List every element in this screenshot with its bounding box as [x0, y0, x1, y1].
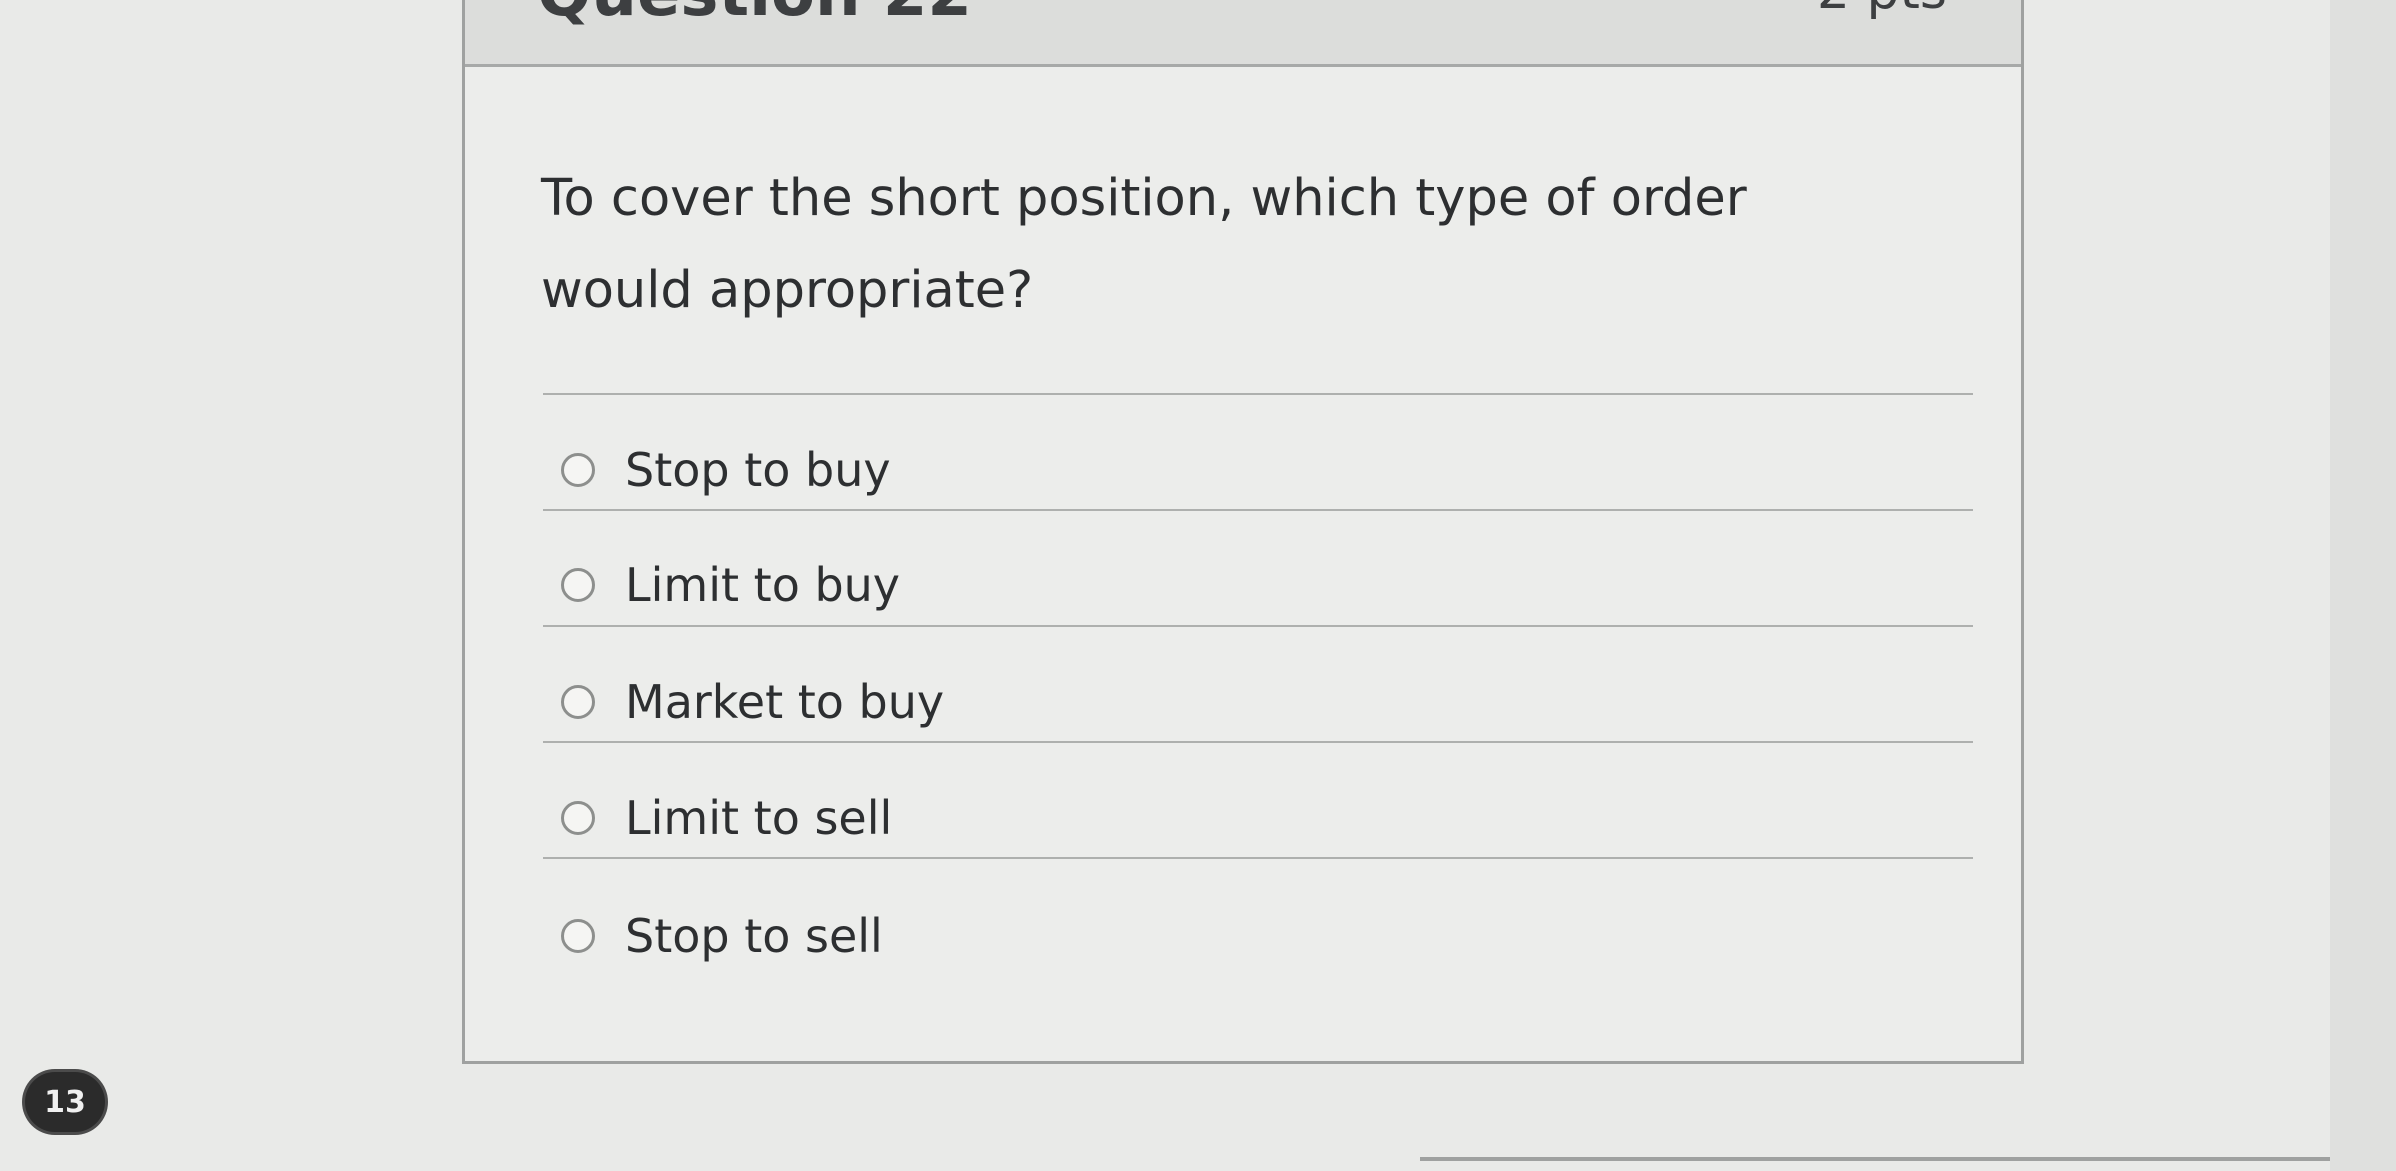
question-title: Question 22: [537, 0, 972, 31]
question-header: Question 22 2 pts: [465, 0, 2021, 67]
question-card: Question 22 2 pts To cover the short pos…: [462, 0, 2024, 1064]
answer-label: Limit to sell: [625, 791, 893, 845]
question-text: To cover the short position, which type …: [541, 169, 1747, 320]
radio-button[interactable]: [561, 801, 595, 835]
radio-button[interactable]: [561, 919, 595, 953]
answer-option-limit-to-buy[interactable]: Limit to buy: [561, 550, 900, 620]
answer-option-limit-to-sell[interactable]: Limit to sell: [561, 783, 892, 853]
answer-divider: [543, 509, 1973, 511]
question-points: 2 pts: [1817, 0, 1947, 21]
answer-label: Stop to sell: [625, 909, 883, 963]
next-card-edge: [1420, 1157, 2330, 1161]
answer-divider: [543, 857, 1973, 859]
question-divider: [543, 393, 1973, 395]
page-number-badge: 13: [25, 1072, 105, 1132]
right-margin-panel: [2330, 0, 2396, 1171]
answer-option-stop-to-sell[interactable]: Stop to sell: [561, 901, 883, 971]
answer-divider: [543, 625, 1973, 627]
answer-label: Stop to buy: [625, 443, 891, 497]
radio-button[interactable]: [561, 685, 595, 719]
radio-button[interactable]: [561, 568, 595, 602]
radio-button[interactable]: [561, 453, 595, 487]
answer-option-market-to-buy[interactable]: Market to buy: [561, 667, 944, 737]
answer-divider: [543, 741, 1973, 743]
answer-label: Market to buy: [625, 675, 945, 729]
answer-label: Limit to buy: [625, 558, 901, 612]
answer-option-stop-to-buy[interactable]: Stop to buy: [561, 435, 891, 505]
